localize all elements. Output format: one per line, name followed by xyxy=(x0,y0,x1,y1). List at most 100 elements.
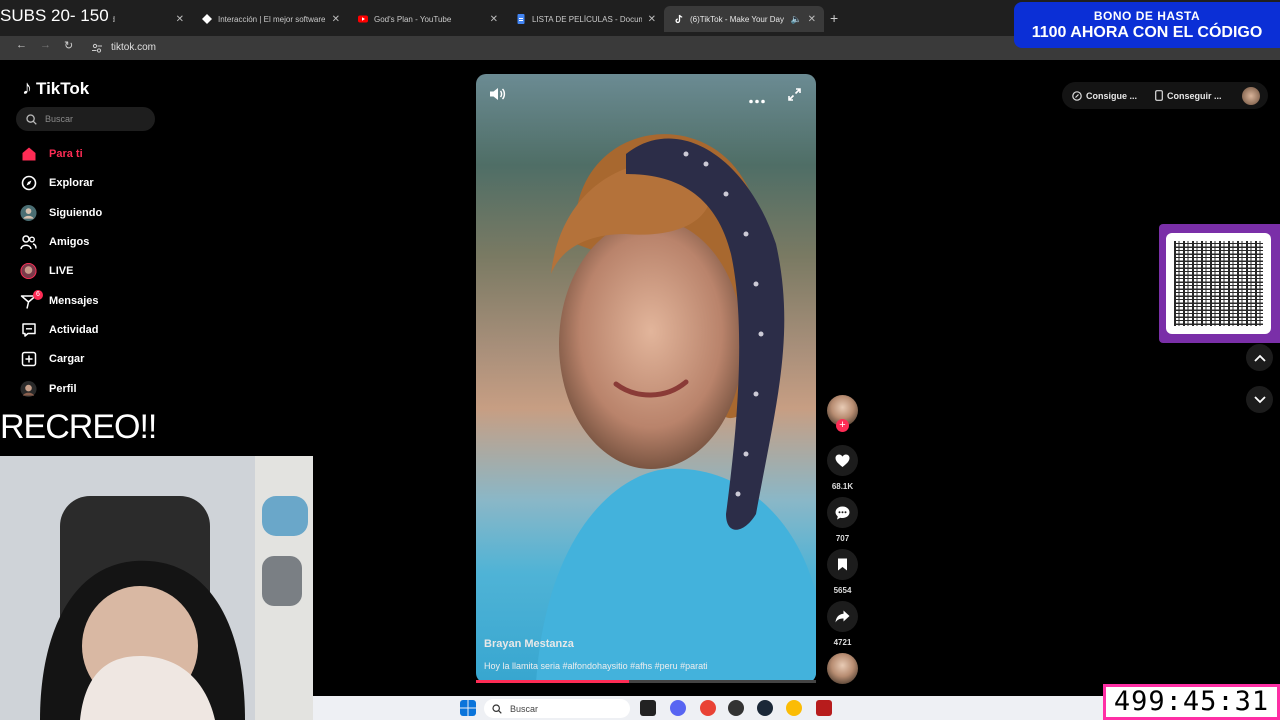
steam-icon[interactable] xyxy=(757,700,773,716)
nav-label: Actividad xyxy=(49,324,99,336)
nav-item-live[interactable]: LIVE xyxy=(20,260,73,282)
bookmark-icon[interactable] xyxy=(827,549,858,580)
comment-count: 707 xyxy=(835,534,850,543)
close-icon[interactable]: ✕ xyxy=(332,14,340,25)
discord-icon[interactable] xyxy=(670,700,686,716)
user-avatar[interactable] xyxy=(1242,86,1260,105)
get-coins-label: Consigue ... xyxy=(1086,90,1138,101)
nav-item-perfil[interactable]: Perfil xyxy=(20,378,77,400)
windows-start-icon[interactable] xyxy=(460,700,476,716)
browser-tab[interactable]: Interacción | El mejor software ✕ xyxy=(192,6,348,32)
video-player[interactable] xyxy=(476,74,816,683)
close-icon[interactable]: ✕ xyxy=(490,14,498,25)
chrome-icon[interactable] xyxy=(700,700,716,716)
comment-action[interactable]: 707 xyxy=(827,497,858,543)
url-text[interactable]: tiktok.com xyxy=(111,42,156,53)
taskbar-search-placeholder: Buscar xyxy=(510,703,539,714)
qr-card xyxy=(1166,233,1271,334)
chrome-profile-icon[interactable] xyxy=(786,700,802,716)
top-right-actions: Consigue ... Conseguir ... xyxy=(1062,82,1268,109)
video-frame-image xyxy=(536,134,816,683)
search-placeholder: Buscar xyxy=(45,114,74,124)
follow-plus-icon[interactable]: + xyxy=(836,419,849,432)
compass-icon xyxy=(20,175,37,192)
new-tab-icon[interactable]: + xyxy=(830,10,838,26)
browser-tab[interactable]: God's Plan - YouTube ✕ xyxy=(348,6,506,32)
webcam-overlay xyxy=(0,456,313,720)
comment-icon[interactable] xyxy=(827,497,858,528)
promo-line1: BONO DE HASTA xyxy=(1093,9,1201,23)
tiktok-note-icon: ♪ xyxy=(22,77,32,99)
obs-icon[interactable] xyxy=(728,700,744,716)
task-view-icon[interactable] xyxy=(640,700,656,716)
share-count: 4721 xyxy=(833,638,852,647)
interaccion-favicon-icon xyxy=(202,14,212,24)
audio-playing-icon[interactable]: 🔈 xyxy=(791,14,802,25)
fullscreen-icon[interactable] xyxy=(788,88,801,106)
nav-label: Perfil xyxy=(49,383,77,395)
browser-tab[interactable]: LISTA DE PELÍCULAS - Docume ✕ xyxy=(506,6,664,32)
logo-text: TikTok xyxy=(36,78,90,98)
nav-label: Siguiendo xyxy=(49,207,103,219)
tab-label: God's Plan - YouTube xyxy=(374,14,452,24)
nav-item-actividad[interactable]: Actividad xyxy=(20,319,99,341)
video-caption: Hoy la llamita seria #alfondohaysitio #a… xyxy=(484,661,708,671)
nav-item-explorar[interactable]: Explorar xyxy=(20,172,94,194)
activity-icon xyxy=(20,322,37,339)
share-action[interactable]: 4721 xyxy=(827,601,858,647)
save-action[interactable]: 5654 xyxy=(827,549,858,595)
get-coins-button[interactable]: Consigue ... xyxy=(1072,91,1137,101)
like-action[interactable]: 68.1K xyxy=(827,445,858,491)
video-author[interactable]: Brayan Mestanza xyxy=(484,638,574,650)
reload-icon[interactable]: ↻ xyxy=(64,39,73,52)
search-input[interactable]: Buscar xyxy=(16,107,155,131)
get-app-button[interactable]: Conseguir ... xyxy=(1155,90,1222,101)
site-info-icon[interactable] xyxy=(91,42,103,54)
taskbar-search[interactable]: Buscar xyxy=(484,699,630,718)
youtube-favicon-icon xyxy=(358,15,368,23)
nav-item-mensajes[interactable]: 6 Mensajes xyxy=(20,289,99,312)
tiktok-logo[interactable]: ♪ TikTok xyxy=(22,77,89,100)
promo-banner: BONO DE HASTA 1100 AHORA CON EL CÓDIGO xyxy=(1014,2,1280,48)
video-progress-fill xyxy=(476,680,629,683)
like-count: 68.1K xyxy=(831,482,854,491)
nav-item-cargar[interactable]: Cargar xyxy=(20,348,84,370)
previous-video-button[interactable] xyxy=(1246,344,1273,371)
subathon-timer: 499:45:31 xyxy=(1103,684,1280,720)
messages-icon: 6 xyxy=(20,289,43,310)
next-video-button[interactable] xyxy=(1246,386,1273,413)
profile-avatar-icon xyxy=(20,380,37,398)
live-icon xyxy=(20,262,37,280)
following-avatar-icon xyxy=(20,204,37,222)
back-icon[interactable]: ← xyxy=(16,39,27,51)
heart-icon[interactable] xyxy=(827,445,858,476)
webcam-feed-image xyxy=(0,456,313,720)
nav-item-siguiendo[interactable]: Siguiendo xyxy=(20,202,102,224)
messages-badge: 6 xyxy=(33,289,43,300)
close-icon[interactable]: ✕ xyxy=(176,14,184,25)
app-icon[interactable] xyxy=(816,700,832,716)
browser-tab-active[interactable]: (6)TikTok - Make Your Day 🔈 ✕ xyxy=(664,6,824,32)
close-icon[interactable]: ✕ xyxy=(808,14,816,25)
nav-label: Para ti xyxy=(49,148,83,160)
more-options-icon[interactable] xyxy=(749,91,765,109)
share-icon[interactable] xyxy=(827,601,858,632)
google-docs-favicon-icon xyxy=(517,14,525,24)
nav-item-para-ti[interactable]: Para ti xyxy=(20,143,83,165)
tab-label: LISTA DE PELÍCULAS - Docume xyxy=(532,14,642,24)
sound-avatar[interactable] xyxy=(827,653,858,684)
stream-overlay-text: RECREO!! xyxy=(0,408,161,447)
close-icon[interactable]: ✕ xyxy=(648,14,656,25)
chevron-down-icon xyxy=(1253,395,1266,403)
nav-item-amigos[interactable]: Amigos xyxy=(20,231,89,253)
friends-icon xyxy=(20,234,37,251)
nav-label: Cargar xyxy=(49,353,85,365)
nav-label: Explorar xyxy=(49,177,94,189)
search-icon xyxy=(492,703,502,714)
forward-icon[interactable]: → xyxy=(40,39,51,51)
promo-line2: 1100 AHORA CON EL CÓDIGO xyxy=(1031,24,1263,41)
video-progress-bar[interactable] xyxy=(476,680,816,683)
coin-icon xyxy=(1072,90,1082,101)
volume-icon[interactable] xyxy=(489,86,506,107)
save-count: 5654 xyxy=(833,586,852,595)
